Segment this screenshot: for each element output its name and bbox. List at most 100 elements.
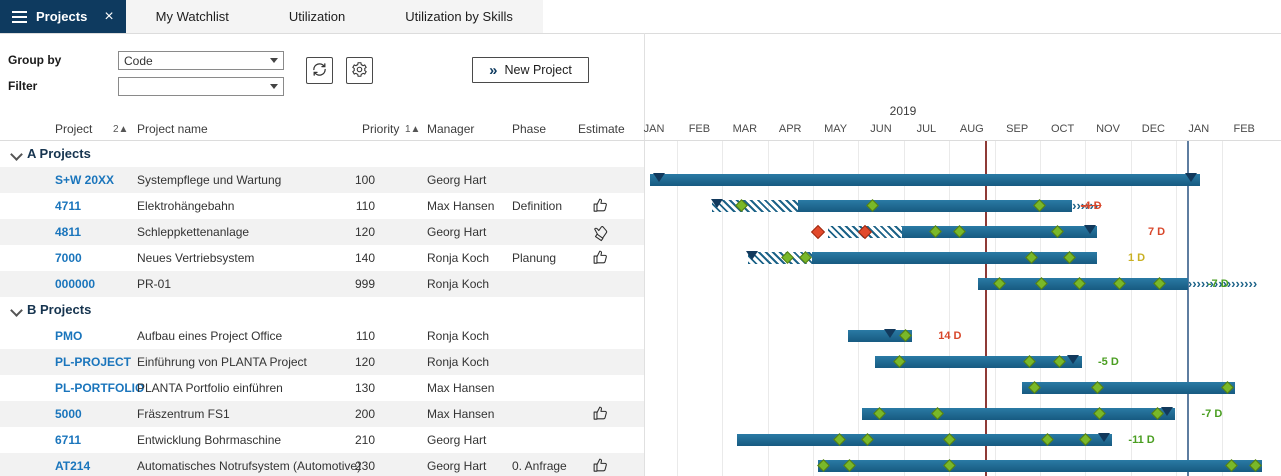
table-row[interactable]: 6711Entwicklung Bohrmaschine210Georg Har…: [0, 427, 644, 453]
project-code-link[interactable]: 000000: [55, 271, 95, 297]
table-row[interactable]: S+W 20XXSystempflege und Wartung100Georg…: [0, 167, 644, 193]
month-label: NOV: [1085, 123, 1131, 135]
deviation-label: -11 D: [1128, 433, 1154, 447]
tab-my-watchlist[interactable]: My Watchlist: [126, 0, 259, 33]
close-tab-icon[interactable]: ×: [104, 9, 113, 25]
thumbs-up-icon[interactable]: [592, 197, 610, 215]
thumb-sideways-icon[interactable]: [588, 219, 613, 244]
gantt-bar-solid[interactable]: [798, 200, 1072, 212]
gantt-grid-line: [949, 141, 950, 476]
priority-value: 210: [300, 427, 375, 453]
schedule-marker-triangle: [1161, 407, 1173, 416]
group-row[interactable]: B Projects: [0, 297, 644, 323]
gantt-year-label: 2019: [873, 104, 933, 118]
table-row[interactable]: AT214Automatisches Notrufsystem (Automot…: [0, 453, 644, 476]
project-code-link[interactable]: 7000: [55, 245, 82, 271]
chevron-down-icon[interactable]: [10, 148, 23, 161]
gantt-grid-line: [858, 141, 859, 476]
new-project-button[interactable]: » New Project: [472, 57, 589, 83]
priority-value: 130: [300, 375, 375, 401]
today-line: [985, 141, 987, 476]
gantt-bar-solid[interactable]: [650, 174, 1200, 186]
manager-name: Max Hansen: [427, 375, 494, 401]
gantt-bar-solid[interactable]: [1022, 382, 1235, 394]
table-row[interactable]: 000000PR-01999Ronja Koch: [0, 271, 644, 297]
sort-indicator-project[interactable]: 2▲: [113, 124, 128, 135]
month-label: MAR: [722, 123, 768, 135]
table-row[interactable]: PL-PORTFOLIOPLANTA Portfolio einführen13…: [0, 375, 644, 401]
table-row[interactable]: 7000Neues Vertriebsystem140Ronja KochPla…: [0, 245, 644, 271]
project-name: Schleppkettenanlage: [137, 219, 249, 245]
thumbs-up-icon[interactable]: [592, 249, 610, 267]
column-header-phase[interactable]: Phase: [512, 122, 546, 136]
month-label: FEB: [1221, 123, 1267, 135]
project-code-link[interactable]: 5000: [55, 401, 82, 427]
deviation-label: -4 D: [1081, 199, 1102, 213]
tab-projects[interactable]: Projects ×: [0, 0, 126, 33]
table-row[interactable]: PMOAufbau eines Project Office110Ronja K…: [0, 323, 644, 349]
manager-name: Max Hansen: [427, 193, 494, 219]
column-header-priority[interactable]: Priority: [362, 122, 399, 136]
gantt-bar-solid[interactable]: [818, 460, 1262, 472]
gantt-bar-solid[interactable]: [875, 356, 1082, 368]
group-row[interactable]: A Projects: [0, 141, 644, 167]
chevron-down-icon: [270, 58, 278, 63]
settings-button[interactable]: [346, 57, 373, 84]
priority-value: 100: [300, 167, 375, 193]
project-code-link[interactable]: 4811: [55, 219, 81, 245]
manager-name: Ronja Koch: [427, 245, 489, 271]
project-code-link[interactable]: S+W 20XX: [55, 167, 114, 193]
month-label: JAN: [1176, 123, 1222, 135]
table-row[interactable]: 5000Fräszentrum FS1200Max Hansen: [0, 401, 644, 427]
project-code-link[interactable]: 4711: [55, 193, 81, 219]
menu-icon[interactable]: [12, 11, 27, 23]
reference-date-line: [1187, 141, 1189, 476]
priority-value: 230: [300, 453, 375, 476]
column-header-manager[interactable]: Manager: [427, 122, 474, 136]
thumbs-up-icon[interactable]: [592, 457, 610, 475]
gantt-grid-line: [813, 141, 814, 476]
thumbs-up-icon[interactable]: [592, 405, 610, 423]
gear-icon: [351, 61, 368, 81]
month-label: AUG: [949, 123, 995, 135]
project-code-link[interactable]: PL-PORTFOLIO: [55, 375, 144, 401]
chevron-down-icon: [270, 84, 278, 89]
sort-indicator-priority[interactable]: 1▲: [405, 124, 420, 135]
manager-name: Georg Hart: [427, 427, 486, 453]
manager-name: Max Hansen: [427, 401, 494, 427]
tab-utilization[interactable]: Utilization: [259, 0, 375, 33]
group-by-select[interactable]: Code: [118, 51, 284, 70]
phase-value: 0. Anfrage: [512, 453, 567, 476]
priority-value: 140: [300, 245, 375, 271]
chevron-down-icon[interactable]: [10, 304, 23, 317]
table-row[interactable]: 4711Elektrohängebahn110Max HansenDefinit…: [0, 193, 644, 219]
deviation-label: 14 D: [938, 329, 961, 343]
gantt-bar-solid[interactable]: [862, 408, 1175, 420]
project-code-link[interactable]: PMO: [55, 323, 82, 349]
filter-label: Filter: [8, 77, 37, 96]
tab-utilization-by-skills[interactable]: Utilization by Skills: [375, 0, 543, 33]
filter-select[interactable]: [118, 77, 284, 96]
gantt-bar-solid[interactable]: [737, 434, 1112, 446]
tab-label: Projects: [36, 9, 87, 24]
project-code-link[interactable]: AT214: [55, 453, 90, 476]
column-header-name[interactable]: Project name: [137, 122, 208, 136]
manager-name: Ronja Koch: [427, 349, 489, 375]
priority-value: 120: [300, 349, 375, 375]
table-row[interactable]: 4811Schleppkettenanlage120Georg Hart: [0, 219, 644, 245]
project-code-link[interactable]: PL-PROJECT: [55, 349, 131, 375]
column-header-project[interactable]: Project: [55, 122, 92, 136]
gantt-grid-line: [995, 141, 996, 476]
manager-name: Ronja Koch: [427, 323, 489, 349]
gantt-bar-hatch[interactable]: [712, 200, 798, 212]
column-header-estimate[interactable]: Estimate: [578, 122, 625, 136]
gantt-bar-solid[interactable]: [812, 252, 1097, 264]
gantt-grid-line: [768, 141, 769, 476]
refresh-button[interactable]: [306, 57, 333, 84]
project-name: PR-01: [137, 271, 171, 297]
deviation-label: 7 D: [1148, 225, 1165, 239]
priority-value: 200: [300, 401, 375, 427]
table-row[interactable]: PL-PROJECTEinführung von PLANTA Project1…: [0, 349, 644, 375]
project-code-link[interactable]: 6711: [55, 427, 81, 453]
month-label: APR: [767, 123, 813, 135]
